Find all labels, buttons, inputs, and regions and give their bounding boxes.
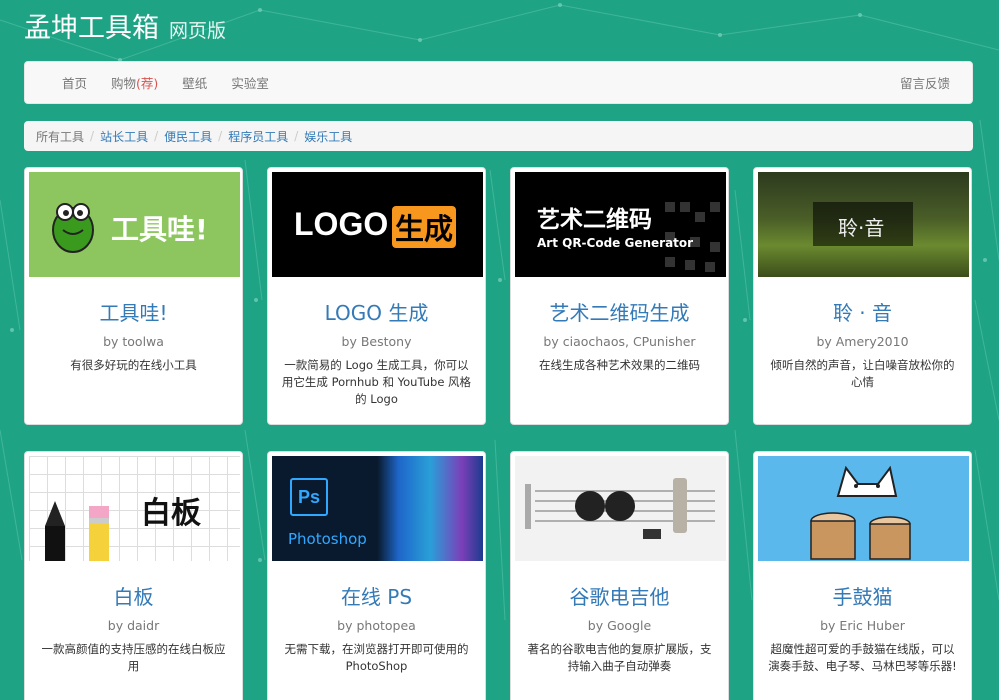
card-author: by photopea (337, 618, 416, 633)
card-description: 无需下载，在浏览器打开即可使用的 PhotoShop (284, 642, 469, 673)
card-description: 一款高颜值的支持压感的在线白板应用 (41, 642, 226, 673)
card-title[interactable]: 在线 PS (272, 581, 481, 610)
sounds-thumb-text: 聆·音 (838, 216, 885, 240)
photoshop-logo-icon: Ps (290, 478, 328, 516)
nav-item-home[interactable]: 首页 (62, 73, 87, 92)
toolwa-thumb-text: 工具哇! (111, 213, 208, 246)
breadcrumb-separator: / (154, 129, 159, 143)
card-title[interactable]: 工具哇! (29, 297, 238, 326)
tool-card-toolwa[interactable]: 工具哇! 工具哇! by toolwa 有很多好玩的在线小工具 (24, 167, 243, 425)
logo-thumb-text-b: 生成 (392, 206, 457, 248)
crumb-webmaster-tools[interactable]: 站长工具 (100, 128, 148, 145)
feedback-link[interactable]: 留言反馈 (900, 73, 950, 92)
crumb-utility-tools[interactable]: 便民工具 (164, 128, 212, 145)
tool-card-google-guitar[interactable]: 谷歌电吉他 by Google 著名的谷歌电吉他的复原扩展版，支持输入曲子自动弹… (510, 451, 729, 700)
toolwa-thumbnail: 工具哇! (29, 172, 240, 277)
breadcrumb-separator: / (218, 129, 223, 143)
tool-card-bongo-cat[interactable]: 手鼓猫 by Eric Huber 超魔性超可爱的手鼓猫在线版，可以演奏手鼓、电… (753, 451, 972, 700)
whiteboard-thumbnail: 白板 (29, 456, 240, 561)
breadcrumb-separator: / (294, 129, 299, 143)
card-description: 倾听自然的声音，让白噪音放松你的心情 (770, 358, 955, 389)
card-author: by toolwa (103, 334, 164, 349)
art-qrcode-thumbnail: 艺术二维码 Art QR-Code Generator (515, 172, 726, 277)
card-description: 有很多好玩的在线小工具 (70, 358, 197, 372)
tool-card-whiteboard[interactable]: 白板 白板 by daidr 一款高颜值的支持压感的在线白板应用 (24, 451, 243, 700)
card-description: 在线生成各种艺术效果的二维码 (539, 358, 700, 372)
card-author: by Eric Huber (820, 618, 905, 633)
card-author: by Bestony (341, 334, 412, 349)
pen-and-pencil-icon (45, 501, 109, 561)
online-ps-thumbnail: Ps Photoshop (272, 456, 483, 561)
card-title[interactable]: 艺术二维码生成 (515, 297, 724, 326)
bongo-cat-thumbnail (758, 456, 969, 561)
tool-card-logo-generator[interactable]: LOGO 生成 LOGO 生成 by Bestony 一款简易的 Logo 生成… (267, 167, 486, 425)
category-breadcrumb: 所有工具 / 站长工具 / 便民工具 / 程序员工具 / 娱乐工具 (24, 121, 973, 151)
navbar: 首页 购物(荐) 壁纸 实验室 留言反馈 (24, 61, 973, 104)
card-title[interactable]: 谷歌电吉他 (515, 581, 724, 610)
card-title[interactable]: 白板 (29, 581, 238, 610)
card-title[interactable]: 手鼓猫 (758, 581, 967, 610)
qr-thumb-subtitle: Art QR-Code Generator (537, 236, 694, 250)
breadcrumb-separator: / (90, 129, 95, 143)
photoshop-thumb-text: Photoshop (288, 530, 367, 548)
google-guitar-thumbnail (515, 456, 726, 561)
site-title[interactable]: 孟坤工具箱 (24, 6, 159, 45)
card-description: 著名的谷歌电吉他的复原扩展版，支持输入曲子自动弹奏 (527, 642, 712, 673)
crumb-all-tools[interactable]: 所有工具 (36, 128, 84, 145)
crumb-entertainment-tools[interactable]: 娱乐工具 (304, 128, 352, 145)
tool-card-nature-sounds[interactable]: 聆·音 聆 · 音 by Amery2010 倾听自然的声音，让白噪音放松你的心… (753, 167, 972, 425)
nav-item-wallpaper[interactable]: 壁纸 (182, 73, 207, 92)
crumb-programmer-tools[interactable]: 程序员工具 (228, 128, 288, 145)
nav-item-lab[interactable]: 实验室 (231, 73, 269, 92)
card-description: 一款简易的 Logo 生成工具，你可以用它生成 Pornhub 和 YouTub… (281, 358, 472, 406)
card-title[interactable]: LOGO 生成 (272, 297, 481, 326)
logo-thumb-text-a: LOGO (294, 206, 389, 242)
guitar-illustration-icon (525, 478, 715, 539)
card-description: 超魔性超可爱的手鼓猫在线版，可以演奏手鼓、电子琴、马林巴琴等乐器! (768, 642, 957, 673)
nav-item-shopping-label: 购物 (111, 76, 137, 91)
bongo-cat-icon (810, 465, 911, 560)
card-title[interactable]: 聆 · 音 (758, 297, 967, 326)
nature-sounds-thumbnail: 聆·音 (758, 172, 969, 277)
whiteboard-thumb-text: 白板 (141, 496, 201, 531)
qr-thumb-title: 艺术二维码 (537, 207, 652, 233)
card-author: by ciaochaos, CPunisher (543, 334, 696, 349)
tool-card-art-qrcode[interactable]: 艺术二维码 Art QR-Code Generator 艺术二维码生成 by c… (510, 167, 729, 425)
card-author: by Amery2010 (816, 334, 909, 349)
nav-item-shopping[interactable]: 购物(荐) (111, 73, 158, 92)
card-author: by daidr (107, 618, 160, 633)
site-header: 孟坤工具箱 网页版 (24, 6, 226, 46)
tool-card-online-ps[interactable]: Ps Photoshop 在线 PS by photopea 无需下载，在浏览器… (267, 451, 486, 700)
recommend-badge: (荐) (136, 76, 159, 91)
logo-generator-thumbnail: LOGO 生成 (272, 172, 483, 277)
site-subtitle: 网页版 (169, 20, 227, 42)
card-author: by Google (587, 618, 652, 633)
